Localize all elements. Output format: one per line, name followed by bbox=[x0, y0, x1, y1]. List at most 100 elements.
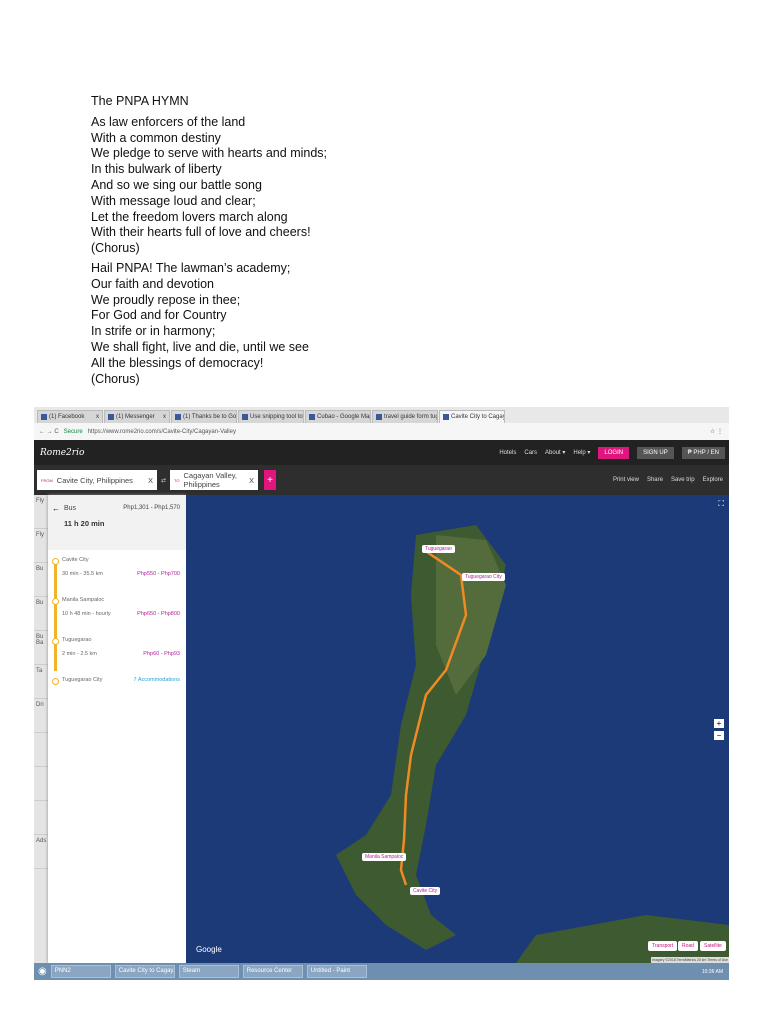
segment-price[interactable]: Php60 - Php93 bbox=[143, 651, 180, 657]
hymn-line: With their hearts full of love and cheer… bbox=[91, 225, 311, 240]
taskbar-item[interactable]: PNN2 bbox=[50, 965, 111, 978]
favicon-icon bbox=[41, 414, 47, 420]
stop-dot-icon bbox=[52, 678, 59, 685]
hymn-line: We shall fight, live and die, until we s… bbox=[91, 339, 309, 354]
stop-name: Tuguegarao bbox=[62, 637, 92, 643]
signup-button[interactable]: SIGN UP bbox=[637, 446, 674, 459]
tab-bar: (1) Facebook x (1) Messenger x (1) Thanks be… bbox=[34, 407, 729, 423]
favicon-icon bbox=[443, 414, 449, 420]
clear-icon[interactable]: X bbox=[148, 476, 153, 485]
hymn-line: We proudly repose in thee; bbox=[91, 292, 241, 307]
hymn-document: The PNPA HYMN As law enforcers of the la… bbox=[91, 94, 327, 391]
search-bar: FROM Cavite City, Philippines X ⇄ TO Cagaya… bbox=[34, 465, 729, 495]
browser-tab[interactable]: Cavite City to Cagayanx bbox=[439, 410, 505, 423]
star-icon[interactable]: ☆ ⋮ bbox=[710, 428, 723, 435]
to-input[interactable]: TO Cagayan Valley, Philippines X bbox=[170, 470, 259, 490]
favicon-icon bbox=[175, 414, 181, 420]
nav-link[interactable]: About ▾ bbox=[545, 449, 565, 456]
map-label[interactable]: Manila Sampaloc bbox=[362, 853, 407, 861]
hymn-line: Our faith and devotion bbox=[91, 276, 214, 291]
nav-link[interactable]: Hotels bbox=[499, 450, 516, 456]
login-button[interactable]: LOGIN bbox=[598, 446, 630, 459]
browser-tab[interactable]: Cubao - Google Mapsx bbox=[305, 410, 371, 423]
back-icon[interactable]: ← bbox=[52, 504, 60, 513]
map-label[interactable]: Tuguegarao bbox=[422, 545, 455, 553]
taskbar-item[interactable]: Untitled - Paint bbox=[306, 965, 367, 978]
route-duration: 11 h 20 min bbox=[64, 519, 105, 528]
nav-link[interactable]: Cars bbox=[524, 450, 537, 456]
taskbar-item[interactable]: Resource Center bbox=[242, 965, 303, 978]
swap-icon[interactable]: ⇄ bbox=[161, 477, 166, 484]
stanza-1: As law enforcers of the land With a commo… bbox=[91, 115, 327, 257]
stop-detail: 30 min - 35.5 km bbox=[62, 571, 103, 577]
nav-arrows-icon[interactable]: ← → C bbox=[39, 429, 59, 435]
hymn-line: In this bulwark of liberty bbox=[91, 162, 222, 177]
hymn-line: We pledge to serve with hearts and minds… bbox=[91, 146, 328, 161]
segment-price[interactable]: Php550 - Php700 bbox=[137, 571, 180, 577]
start-icon[interactable]: ◉ bbox=[38, 966, 47, 977]
close-icon[interactable]: x bbox=[161, 414, 166, 420]
action-link[interactable]: Share bbox=[647, 477, 663, 483]
stop-name: Tuguegarao City bbox=[62, 677, 103, 683]
favicon-icon bbox=[242, 414, 248, 420]
action-link[interactable]: Save trip bbox=[671, 477, 695, 483]
taskbar-item[interactable]: Steam bbox=[178, 965, 239, 978]
address-bar[interactable]: ← → C Secure https://www.rome2rio.com/s/… bbox=[34, 423, 729, 441]
to-label: TO bbox=[174, 477, 180, 483]
tab-title: travel guide form tugue bbox=[384, 414, 437, 420]
satellite-button[interactable]: Satellite bbox=[700, 941, 726, 951]
route-line bbox=[54, 561, 57, 671]
stop-detail: 2 min - 2.5 km bbox=[62, 651, 97, 657]
southern-islands bbox=[516, 915, 729, 963]
favicon-icon bbox=[376, 414, 382, 420]
hymn-line: Let the freedom lovers march along bbox=[91, 209, 288, 224]
action-link[interactable]: Explore bbox=[703, 477, 723, 483]
map-label[interactable]: Cavite City bbox=[410, 887, 441, 895]
tab-title: (1) Facebook bbox=[49, 414, 85, 420]
from-input[interactable]: FROM Cavite City, Philippines X bbox=[37, 470, 157, 490]
zoom-in-button[interactable]: + bbox=[714, 719, 724, 728]
favicon-icon bbox=[309, 414, 315, 420]
hymn-line: Hail PNPA! The lawman’s academy; bbox=[91, 260, 291, 275]
route-price: Php1,301 - Php1,570 bbox=[123, 505, 180, 511]
road-button[interactable]: Road bbox=[678, 941, 698, 951]
browser-tab[interactable]: (1) Thanks be to God Cx bbox=[171, 410, 237, 423]
browser-tab[interactable]: Use snipping tool to cax bbox=[238, 410, 304, 423]
tab-title: Cavite City to Cagayan bbox=[451, 414, 504, 420]
transport-button[interactable]: Transport bbox=[648, 941, 678, 951]
hymn-line: For God and for Country bbox=[91, 308, 227, 323]
url-text[interactable]: https://www.rome2rio.com/s/Cavite-City/C… bbox=[88, 429, 236, 435]
browser-tab[interactable]: (1) Facebook x bbox=[37, 410, 103, 423]
map-label[interactable]: Tuguegarao City bbox=[462, 573, 505, 581]
site-header: Rome2rio Hotels Cars About ▾ Help ▾ LOGIN SI… bbox=[34, 440, 729, 465]
to-value: Cagayan Valley, Philippines bbox=[183, 471, 238, 489]
google-logo: Google bbox=[196, 945, 222, 954]
site-logo[interactable]: Rome2rio bbox=[40, 448, 84, 458]
browser-tab[interactable]: travel guide form tuguex bbox=[372, 410, 438, 423]
clear-icon[interactable]: X bbox=[249, 476, 254, 485]
add-button[interactable]: + bbox=[264, 470, 277, 490]
segment-price[interactable]: Php650 - Php800 bbox=[137, 611, 180, 617]
action-link[interactable]: Print view bbox=[613, 477, 639, 483]
browser-screenshot: (1) Facebook x (1) Messenger x (1) Thanks be… bbox=[34, 407, 729, 980]
browser-tab[interactable]: (1) Messenger x bbox=[104, 410, 170, 423]
currency-button[interactable]: ₱ PHP / EN bbox=[681, 446, 725, 459]
map-view[interactable]: Tuguegarao Tuguegarao City Manila Sampal… bbox=[186, 495, 729, 963]
taskbar-item[interactable]: Cavite City to Cagay... bbox=[114, 965, 175, 978]
hymn-line: With a common destiny bbox=[91, 130, 221, 145]
fullscreen-icon[interactable]: ⛶ bbox=[718, 499, 724, 509]
hymn-line: All the blessings of democracy! bbox=[91, 355, 264, 370]
zoom-out-button[interactable]: − bbox=[714, 731, 724, 740]
results-pane: Fly Fly Bu Bu Bu Ba Ta Dri Ads ← Bus Php1,301 -… bbox=[34, 495, 186, 963]
stop-dot-icon bbox=[52, 558, 59, 565]
nav-link[interactable]: Help ▾ bbox=[573, 449, 590, 456]
stop-detail: 10 h 48 min - hourly bbox=[62, 611, 111, 617]
favicon-icon bbox=[108, 414, 114, 420]
hymn-line: (Chorus) bbox=[91, 371, 140, 386]
clock: 10:36 AM bbox=[701, 968, 723, 975]
tab-title: (1) Thanks be to God C bbox=[183, 414, 237, 420]
accommodations-link[interactable]: 7 Accommodations bbox=[134, 677, 180, 683]
tab-title: Use snipping tool to ca bbox=[250, 414, 303, 420]
close-icon[interactable]: x bbox=[94, 414, 99, 420]
mode-label: Bus bbox=[64, 505, 77, 512]
